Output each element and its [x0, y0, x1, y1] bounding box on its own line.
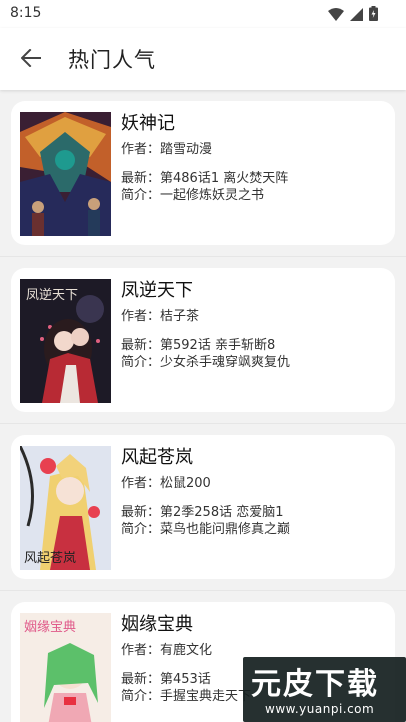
author-value: 桔子茶 [160, 309, 200, 324]
author-value: 松鼠200 [160, 476, 211, 491]
status-time: 8:15 [10, 5, 42, 21]
watermark-logo: 元皮下载 www.yuanpi.com [243, 657, 406, 722]
wifi-icon [328, 6, 344, 25]
author-label: 作者： [121, 309, 161, 324]
cellular-signal-icon [350, 6, 363, 25]
intro-value: 少女杀手魂穿飒爽复仇 [160, 355, 291, 370]
arrow-left-icon [20, 48, 41, 71]
watermark-text: 元皮下载 [251, 667, 379, 702]
manga-author: 作者：桔子茶 [121, 308, 391, 325]
manga-latest: 最新：第486话1 离火焚天阵 [121, 170, 391, 187]
latest-label: 最新： [121, 672, 161, 687]
manga-info: 风起苍岚 作者：松鼠200 最新：第2季258话 恋爱脑1 简介：菜鸟也能问鼎修… [121, 445, 391, 538]
intro-label: 简介： [121, 689, 161, 704]
cover-title: 风起苍岚 [24, 551, 76, 566]
list-item: 凤逆天下 凤逆天下 作者：桔子茶 最新：第592话 亲手斩断8 简介：少女杀手魂… [0, 257, 406, 424]
status-bar: 8:15 [0, 0, 406, 28]
manga-list: 妖神记 作者：踏雪动漫 最新：第486话1 离火焚天阵 简介：一起修炼妖灵之书 [0, 90, 406, 722]
intro-label: 简介： [121, 188, 161, 203]
manga-title: 姻缘宝典 [121, 614, 193, 635]
latest-label: 最新： [121, 171, 161, 186]
page-title: 热门人气 [68, 48, 156, 72]
intro-value: 菜鸟也能问鼎修真之巅 [160, 522, 291, 537]
author-label: 作者： [121, 142, 161, 157]
cover-title: 姻缘宝典 [24, 620, 76, 635]
manga-latest: 最新：第592话 亲手斩断8 [121, 337, 391, 354]
author-label: 作者： [121, 476, 161, 491]
manga-author: 作者：松鼠200 [121, 475, 391, 492]
author-label: 作者： [121, 643, 161, 658]
manga-title: 风起苍岚 [121, 447, 193, 468]
latest-value: 第453话 [160, 672, 211, 687]
intro-label: 简介： [121, 355, 161, 370]
latest-value: 第486话1 离火焚天阵 [160, 171, 289, 186]
manga-card[interactable]: 妖神记 作者：踏雪动漫 最新：第486话1 离火焚天阵 简介：一起修炼妖灵之书 [11, 101, 395, 245]
app-bar: 热门人气 [0, 28, 406, 90]
manga-info: 凤逆天下 作者：桔子茶 最新：第592话 亲手斩断8 简介：少女杀手魂穿飒爽复仇 [121, 278, 391, 371]
manga-intro: 简介：一起修炼妖灵之书 [121, 187, 391, 204]
cover-image [20, 112, 111, 236]
manga-info: 妖神记 作者：踏雪动漫 最新：第486话1 离火焚天阵 简介：一起修炼妖灵之书 [121, 111, 391, 204]
cover-image: 姻缘宝典 [20, 613, 111, 722]
manga-author: 作者：踏雪动漫 [121, 141, 391, 158]
manga-title: 妖神记 [121, 113, 175, 134]
list-item: 风起苍岚 风起苍岚 作者：松鼠200 最新：第2季258话 恋爱脑1 简介：菜鸟… [0, 424, 406, 591]
author-value: 有鹿文化 [160, 643, 213, 658]
manga-card[interactable]: 凤逆天下 凤逆天下 作者：桔子茶 最新：第592话 亲手斩断8 简介：少女杀手魂… [11, 268, 395, 412]
cover-image: 凤逆天下 [20, 279, 111, 403]
author-value: 踏雪动漫 [160, 142, 213, 157]
back-button[interactable] [16, 45, 46, 75]
latest-value: 第2季258话 恋爱脑1 [160, 505, 284, 520]
intro-value: 一起修炼妖灵之书 [160, 188, 265, 203]
cover-title: 凤逆天下 [26, 287, 78, 303]
latest-value: 第592话 亲手斩断8 [160, 338, 276, 353]
manga-title: 凤逆天下 [121, 280, 193, 301]
latest-label: 最新： [121, 338, 161, 353]
manga-latest: 最新：第2季258话 恋爱脑1 [121, 504, 391, 521]
manga-card[interactable]: 风起苍岚 风起苍岚 作者：松鼠200 最新：第2季258话 恋爱脑1 简介：菜鸟… [11, 435, 395, 579]
status-icons [328, 6, 378, 25]
battery-icon [369, 6, 378, 25]
manga-intro: 简介：菜鸟也能问鼎修真之巅 [121, 521, 391, 538]
intro-value: 手握宝典走天下 [160, 689, 252, 704]
list-item: 妖神记 作者：踏雪动漫 最新：第486话1 离火焚天阵 简介：一起修炼妖灵之书 [0, 90, 406, 257]
intro-label: 简介： [121, 522, 161, 537]
watermark-url: www.yuanpi.com [265, 702, 375, 716]
cover-image: 风起苍岚 [20, 446, 111, 570]
manga-intro: 简介：少女杀手魂穿飒爽复仇 [121, 354, 391, 371]
latest-label: 最新： [121, 505, 161, 520]
